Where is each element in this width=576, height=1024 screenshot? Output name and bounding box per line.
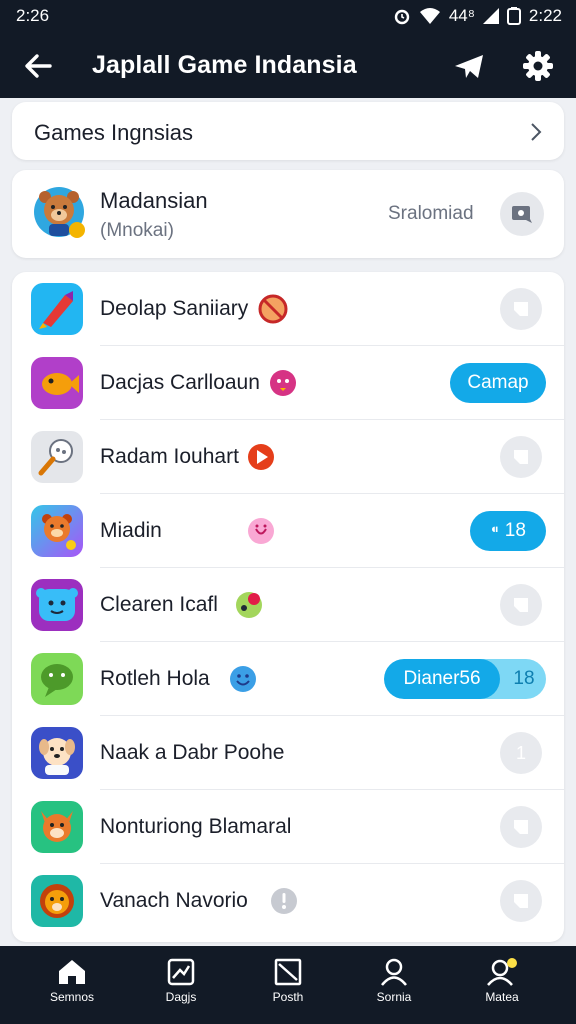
games-link-card[interactable]: Games Ingnsias: [12, 102, 564, 160]
game-list: Deolap Saniiary Dacjas Carlloaun Camap R…: [12, 272, 564, 942]
list-item[interactable]: Clearen Icafl: [12, 568, 564, 642]
ball-emoji-icon: [236, 592, 262, 618]
status-indicators: 44⁸ 2:22: [393, 6, 562, 26]
open-game-button[interactable]: [500, 288, 542, 330]
brush-app-icon: [31, 431, 83, 483]
nav-label: Sornia: [376, 990, 412, 1004]
heart-face-emoji-icon: [248, 518, 274, 544]
status-bar: 2:26 44⁸ 2:22: [0, 0, 576, 32]
game-pill-button[interactable]: ⁌ 18: [470, 511, 546, 551]
game-title: Radam Iouhart: [100, 445, 239, 468]
open-game-button[interactable]: [500, 880, 542, 922]
game-title: Rotleh Hola: [100, 667, 210, 690]
list-item[interactable]: Dacjas Carlloaun Camap: [12, 346, 564, 420]
chat-app-icon: [31, 653, 83, 705]
counter-button[interactable]: 1: [500, 732, 542, 774]
games-link-label: Games Ingnsias: [34, 120, 193, 145]
open-game-button[interactable]: [500, 806, 542, 848]
nav-label: Dagjs: [165, 990, 197, 1004]
no-entry-emoji-icon: [258, 294, 288, 324]
alarm-icon: [394, 9, 410, 25]
status-time-left: 2:26: [16, 6, 50, 25]
list-item[interactable]: Nonturiong Blamaral: [12, 790, 564, 864]
game-title: Naak a Dabr Poohe: [100, 741, 285, 764]
profile-icon: [487, 958, 517, 986]
wifi-icon: [419, 8, 440, 24]
counter-value: 1: [515, 743, 526, 763]
bottom-nav: Semnos Dagjs Posth Sornia Matea: [0, 946, 576, 1024]
game-pill-button[interactable]: Camap: [450, 363, 546, 403]
angry-bird-emoji-icon: [270, 370, 296, 396]
profile-subtitle: (Mnokai): [100, 220, 174, 241]
lion-app-icon: [31, 875, 83, 927]
smile-emoji-icon: [230, 666, 256, 692]
profile-card[interactable]: Madansian (Mnokai) Sralomiad: [12, 170, 564, 258]
nav-label: Semnos: [49, 990, 95, 1004]
play-emoji-icon: [248, 444, 274, 470]
game-pill-group[interactable]: Dianer56 18: [384, 659, 546, 699]
nav-label: Posth: [272, 990, 304, 1004]
list-item[interactable]: Rotleh Hola Dianer56 18: [12, 642, 564, 716]
profile-status: Sralomiad: [388, 203, 474, 224]
fish-app-icon: [31, 357, 83, 409]
info-icon: [271, 888, 297, 914]
gear-icon[interactable]: [521, 49, 555, 83]
game-title: Deolap Saniiary: [100, 297, 249, 320]
list-item[interactable]: Naak a Dabr Poohe 1: [12, 716, 564, 790]
list-item[interactable]: Radam Iouhart: [12, 420, 564, 494]
list-item[interactable]: Miadin ⁌ 18: [12, 494, 564, 568]
game-title: Nonturiong Blamaral: [100, 815, 292, 838]
puppy-app-icon: [31, 727, 83, 779]
status-time-right: 2:22: [528, 6, 562, 25]
game-pill-count: 18: [513, 668, 535, 689]
game-title: Miadin: [100, 519, 162, 542]
signal-text: 44⁸: [448, 6, 475, 25]
fox-app-icon: [31, 801, 83, 853]
bear-app-icon: [31, 505, 83, 557]
bear-avatar-icon: [34, 187, 85, 238]
game-title: Vanach Navorio: [100, 889, 248, 912]
monster-app-icon: [31, 579, 83, 631]
chevron-right-icon: [531, 123, 542, 141]
image-icon: [167, 958, 195, 986]
nav-label: Matea: [485, 990, 519, 1004]
home-icon: [59, 960, 85, 984]
signal-icon: [482, 8, 499, 24]
profile-name: Madansian: [100, 188, 208, 213]
profile-action-button[interactable]: [500, 192, 544, 236]
message-icon: [512, 206, 532, 223]
nav-item-dagjs[interactable]: Dagjs: [131, 958, 231, 1018]
picture-icon: [274, 958, 302, 986]
list-item[interactable]: Vanach Navorio: [12, 864, 564, 938]
nav-item-home[interactable]: Semnos: [22, 958, 122, 1018]
person-icon: [381, 958, 407, 986]
back-arrow-icon[interactable]: [22, 50, 54, 82]
battery-icon: [506, 7, 521, 25]
nav-item-sornia[interactable]: Sornia: [344, 958, 444, 1018]
open-icon: [514, 450, 528, 464]
open-game-button[interactable]: [500, 436, 542, 478]
list-item[interactable]: Deolap Saniiary: [12, 272, 564, 346]
app-bar: Japlall Game Indansia: [0, 32, 576, 98]
open-icon: [514, 894, 528, 908]
open-icon: [514, 302, 528, 316]
send-icon[interactable]: [452, 50, 486, 82]
rocket-app-icon: [31, 283, 83, 335]
open-icon: [514, 598, 528, 612]
open-game-button[interactable]: [500, 584, 542, 626]
app-title: Japlall Game Indansia: [92, 51, 357, 79]
open-icon: [514, 820, 528, 834]
nav-item-posth[interactable]: Posth: [238, 958, 338, 1018]
nav-item-matea[interactable]: Matea: [452, 958, 552, 1018]
game-title: Dacjas Carlloaun: [100, 371, 260, 394]
game-pill-button[interactable]: Dianer56: [384, 659, 500, 699]
game-title: Clearen Icafl: [100, 593, 218, 616]
